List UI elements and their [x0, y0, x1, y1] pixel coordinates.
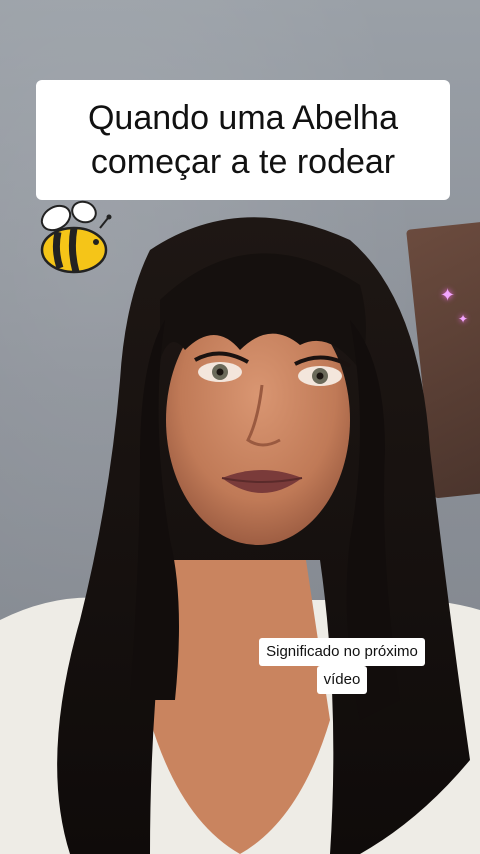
- bottom-caption-line-1: Significado no próximo: [259, 638, 425, 666]
- bee-icon: [40, 200, 112, 274]
- video-frame: ✦ ✦ Quando uma Abelha começar a te rodea…: [0, 0, 480, 854]
- bottom-caption-line-2: vídeo: [316, 666, 368, 694]
- top-caption-text: Quando uma Abelha começar a te rodear: [87, 99, 399, 181]
- bottom-caption: Significado no próximo vídeo: [238, 638, 446, 694]
- top-caption: Quando uma Abelha começar a te rodear: [36, 80, 450, 200]
